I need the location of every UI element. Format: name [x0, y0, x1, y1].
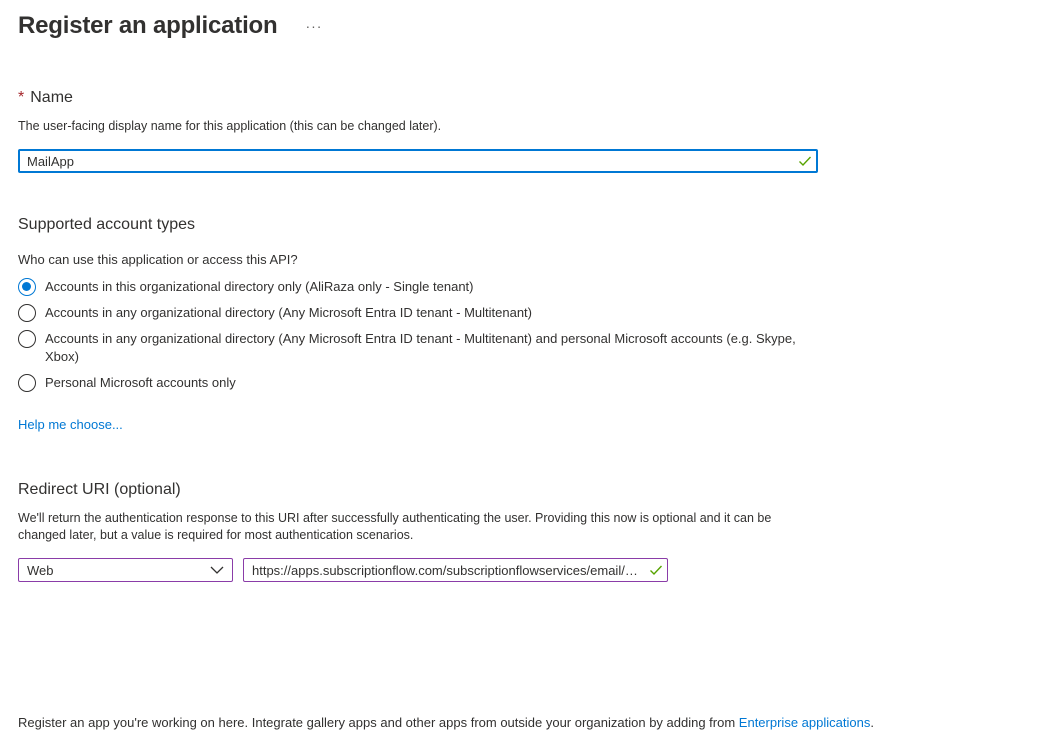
redirect-uri-input[interactable]: [244, 559, 642, 581]
chevron-down-icon: [210, 566, 224, 574]
name-label: Name: [30, 89, 73, 106]
radio-button[interactable]: [18, 374, 36, 392]
name-field[interactable]: [18, 149, 818, 173]
checkmark-icon: [650, 565, 663, 576]
title-row: Register an application ···: [18, 10, 326, 42]
radio-option-personal-only[interactable]: Personal Microsoft accounts only: [18, 374, 805, 392]
platform-select-value: Web: [27, 563, 54, 578]
redirect-uri-title: Redirect URI (optional): [18, 481, 181, 498]
enterprise-applications-link[interactable]: Enterprise applications: [739, 715, 871, 730]
radio-button-selected[interactable]: [18, 278, 36, 296]
checkmark-icon: [799, 156, 812, 167]
footer-text: Register an app you're working on here. …: [18, 715, 739, 730]
radio-option-multitenant-personal[interactable]: Accounts in any organizational directory…: [18, 330, 805, 366]
more-options-button[interactable]: ···: [301, 16, 326, 36]
account-types-question: Who can use this application or access t…: [18, 252, 298, 267]
platform-select[interactable]: Web: [18, 558, 233, 582]
redirect-uri-description: We'll return the authentication response…: [18, 511, 772, 542]
radio-label: Accounts in any organizational directory…: [45, 331, 796, 364]
radio-label: Personal Microsoft accounts only: [45, 375, 236, 390]
account-types-title: Supported account types: [18, 216, 196, 233]
name-section-title: * Name: [18, 87, 73, 109]
required-indicator: *: [18, 89, 25, 106]
footer-end: .: [870, 715, 874, 730]
radio-option-multitenant[interactable]: Accounts in any organizational directory…: [18, 304, 805, 322]
name-description: The user-facing display name for this ap…: [18, 119, 442, 133]
redirect-uri-field[interactable]: [243, 558, 668, 582]
radio-option-single-tenant[interactable]: Accounts in this organizational director…: [18, 278, 805, 296]
radio-label: Accounts in this organizational director…: [45, 279, 474, 294]
radio-label: Accounts in any organizational directory…: [45, 305, 532, 320]
radio-button[interactable]: [18, 304, 36, 322]
name-input[interactable]: [20, 151, 780, 171]
register-application-page: Register an application ··· * Name The us…: [0, 0, 1053, 746]
page-title: Register an application: [18, 12, 278, 39]
footer-note: Register an app you're working on here. …: [18, 714, 874, 731]
help-me-choose-link[interactable]: Help me choose...: [18, 416, 123, 433]
radio-button[interactable]: [18, 330, 36, 348]
